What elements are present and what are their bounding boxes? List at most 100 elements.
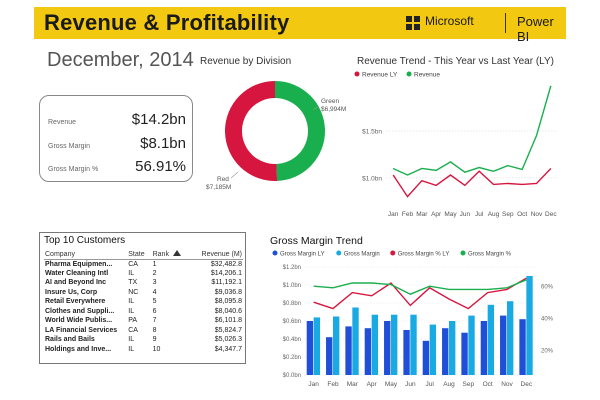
table-row[interactable]: World Wide Publis... PA 7 $6,101.8 <box>44 316 243 326</box>
x-tick-label: Oct <box>517 211 527 218</box>
cell-rank: 4 <box>152 288 157 296</box>
revenue-trend-chart[interactable]: Revenue LY Revenue $1.0bn $1.5bn Jan Feb Mar Ap… <box>346 66 576 226</box>
column-header-rank[interactable]: Rank <box>151 250 172 260</box>
y-tick-label: $1.0bn <box>283 283 301 289</box>
y-tick-label: $1.0bn <box>362 175 382 182</box>
cell-revenue: $5,824.7 <box>214 326 242 334</box>
cell-company: Insure Us, Corp <box>45 288 98 296</box>
bar-gross-margin-ly <box>306 321 314 375</box>
y-tick-label: $0.4bn <box>283 337 301 343</box>
cell-state: IL <box>128 307 135 315</box>
table-row[interactable]: LA Financial Services CA 8 $5,824.7 <box>44 326 243 336</box>
cell-revenue: $6,101.8 <box>214 317 242 325</box>
legend-label: Gross Margin LY <box>280 252 325 258</box>
slice-label-value: $7,185M <box>206 184 231 191</box>
kpi-revenue: Revenue $14.2bn <box>48 108 188 128</box>
revenue-by-division-chart[interactable]: Green$6,994M Red$7,185M <box>200 68 350 198</box>
table-row[interactable]: Pharma Equipmen... CA 1 $32,482.8 <box>44 259 243 269</box>
cell-empty <box>172 278 186 288</box>
y2-tick-label: 60% <box>541 284 554 290</box>
kpi-value: $14.2bn <box>131 111 186 128</box>
column-header-revenue[interactable]: Revenue (M) <box>186 250 243 260</box>
bar-gross-margin-ly <box>519 319 526 375</box>
x-tick-label: Nov <box>531 211 543 218</box>
cell-empty <box>172 326 186 336</box>
bar-gross-margin <box>468 315 475 375</box>
cell-rank: 7 <box>152 317 157 325</box>
table-row[interactable]: Holdings and Inve... IL 10 $4,347.7 <box>44 345 243 355</box>
kpi-label: Gross Margin <box>48 143 91 150</box>
x-tick-label: Dec <box>521 381 533 388</box>
cell-state: CA <box>128 326 138 334</box>
cell-empty <box>172 335 186 345</box>
bar-gross-margin <box>410 314 417 375</box>
bar-gross-margin <box>487 304 495 375</box>
x-tick-label: Jun <box>460 211 471 218</box>
legend-label: Gross Margin % LY <box>398 252 450 258</box>
cell-company: Retail Everywhere <box>45 298 106 306</box>
x-tick-label: Mar <box>347 381 359 388</box>
cell-revenue: $11,192.1 <box>211 279 242 287</box>
series-line-revenue-ly <box>392 167 552 198</box>
page-title: Revenue & Profitability <box>44 10 290 35</box>
kpi-label: Gross Margin % <box>48 166 99 173</box>
table-row[interactable]: Retail Everywhere IL 5 $8,095.8 <box>44 297 243 307</box>
x-tick-label: Jun <box>405 381 416 388</box>
x-tick-label: Apr <box>431 211 442 218</box>
cell-rank: 10 <box>152 345 161 353</box>
table-row[interactable]: Insure Us, Corp NC 4 $9,036.8 <box>44 288 243 298</box>
cell-revenue: $32,482.8 <box>210 260 242 268</box>
legend-marker <box>336 250 342 256</box>
kpi-gross-margin-pct: Gross Margin % 56.91% <box>48 155 188 175</box>
legend-marker <box>460 250 466 256</box>
donut-slice-red <box>224 81 278 181</box>
cell-empty <box>172 316 186 326</box>
column-header-state[interactable]: State <box>127 250 152 260</box>
sort-ascending-icon[interactable] <box>171 250 187 260</box>
cell-revenue: $9,036.8 <box>214 288 242 296</box>
table-row[interactable]: AI and Beyond Inc TX 3 $11,192.1 <box>44 278 243 288</box>
x-tick-label: Apr <box>367 381 378 388</box>
cell-empty <box>172 297 186 307</box>
x-tick-label: Aug <box>488 211 500 218</box>
x-tick-label: Aug <box>443 381 455 388</box>
column-header-company[interactable]: Company <box>44 250 128 260</box>
table-row[interactable]: Water Cleaning Intl IL 2 $14,206.1 <box>44 269 243 279</box>
table-row[interactable]: Clothes and Suppli... IL 6 $8,040.6 <box>44 307 243 317</box>
cell-company: Rails and Bails <box>45 336 95 344</box>
x-tick-label: Nov <box>501 381 513 388</box>
kpi-value: $8.1bn <box>140 135 186 152</box>
table-row[interactable]: Rails and Bails IL 9 $5,026.3 <box>44 335 243 345</box>
cell-state: NC <box>128 288 139 296</box>
cell-rank: 5 <box>152 298 157 306</box>
y-tick-label: $1.5bn <box>362 128 382 135</box>
kpi-card[interactable]: Revenue $14.2bn Gross Margin $8.1bn Gros… <box>39 95 193 182</box>
y2-tick-label: 20% <box>541 348 554 354</box>
y-tick-label: $0.0bn <box>283 373 301 379</box>
date-title: December, 2014 <box>47 49 194 71</box>
x-tick-label: Oct <box>483 381 493 388</box>
legend-label: Revenue LY <box>362 72 398 79</box>
bar-gross-margin <box>352 307 359 375</box>
cell-company: Clothes and Suppli... <box>45 307 115 315</box>
bar-gross-margin <box>507 301 514 375</box>
cell-revenue: $8,095.8 <box>214 298 242 306</box>
kpi-label: Revenue <box>48 119 77 126</box>
cell-rank: 6 <box>152 307 157 315</box>
bar-gross-margin-ly <box>326 337 333 375</box>
x-tick-label: Mar <box>416 211 428 218</box>
y-tick-label: $0.8bn <box>283 301 301 307</box>
top-customers-title: Top 10 Customers <box>44 235 126 246</box>
table-header-row: Company State Rank Revenue (M) <box>44 250 243 260</box>
bar-gross-margin-ly <box>442 328 449 375</box>
slice-label-name: Green <box>321 98 339 105</box>
cell-rank: 8 <box>152 326 157 334</box>
gross-margin-trend-chart[interactable]: Gross Margin LY Gross Margin Gross Margin … <box>270 245 570 395</box>
slice-label-name: Red <box>217 176 229 183</box>
top-customers-table: Company State Rank Revenue (M) Pharma Eq… <box>44 250 243 354</box>
bar-gross-margin <box>333 316 340 375</box>
legend-marker <box>272 250 278 256</box>
cell-company: Water Cleaning Intl <box>45 269 109 277</box>
cell-empty <box>172 345 186 355</box>
x-tick-label: Feb <box>327 381 339 388</box>
